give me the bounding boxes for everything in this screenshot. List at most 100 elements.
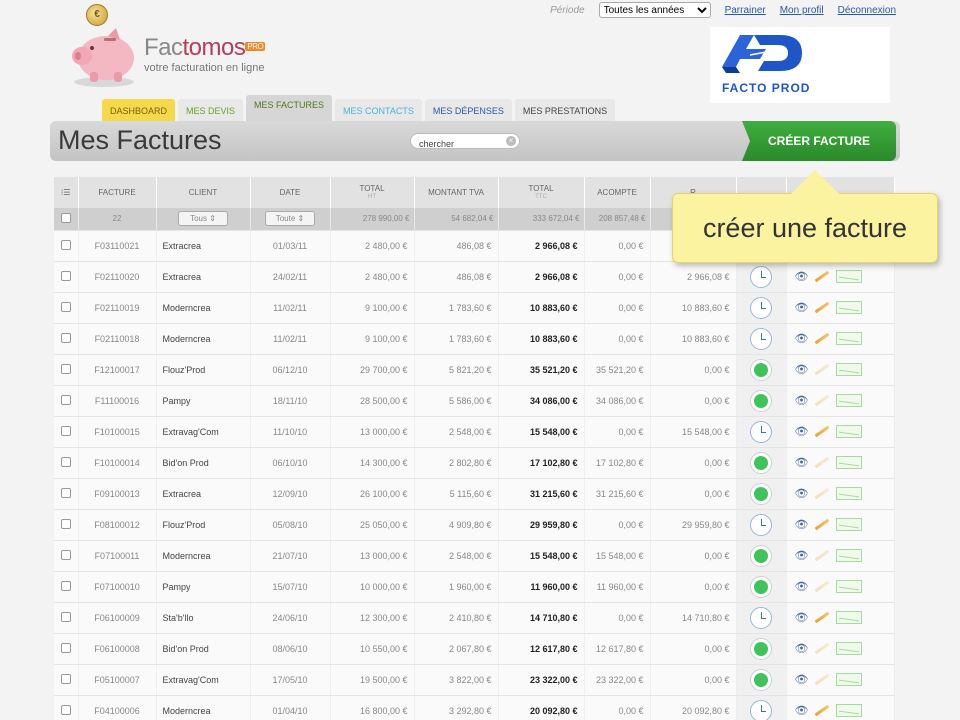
column-header[interactable]: TOTAL HT (330, 177, 415, 208)
row-checkbox[interactable] (60, 549, 71, 560)
table-row[interactable]: F07100011 Moderncrea 21/07/10 13 000,00 €2 … (54, 540, 895, 572)
table-row[interactable]: F02110019 Moderncrea 11/02/11 9 100,00 €1 7… (54, 292, 895, 324)
link-parrainer[interactable]: Parrainer (725, 5, 766, 16)
row-checkbox[interactable] (60, 487, 71, 498)
client-filter-select[interactable]: Tous ⇕ (178, 211, 228, 227)
send-mail-icon[interactable] (836, 394, 863, 407)
invoice-number[interactable]: F06100009 (78, 602, 157, 634)
create-invoice-button[interactable]: CRÉER FACTURE (742, 121, 896, 161)
table-row[interactable]: F05100007 Extravag'Com 17/05/10 19 500,00 €… (54, 664, 895, 696)
paid-status-icon[interactable] (750, 482, 772, 505)
edit-pencil-icon[interactable] (815, 425, 830, 438)
edit-pencil-icon[interactable] (815, 394, 830, 407)
view-eye-icon[interactable]: 👁 (795, 704, 809, 717)
edit-pencil-icon[interactable] (815, 487, 830, 500)
table-row[interactable]: F06100009 Sta'b'llo 24/06/10 12 300,00 €2 4… (54, 602, 895, 634)
edit-pencil-icon[interactable] (815, 642, 830, 655)
view-eye-icon[interactable]: 👁 (795, 549, 809, 562)
paid-status-icon[interactable] (750, 575, 772, 598)
send-mail-icon[interactable] (836, 518, 863, 531)
invoice-number[interactable]: F09100013 (78, 478, 157, 510)
row-checkbox[interactable] (60, 394, 71, 405)
paid-status-icon[interactable] (750, 451, 772, 474)
send-mail-icon[interactable] (836, 425, 863, 438)
paid-status-icon[interactable] (750, 668, 772, 691)
tab-mes-prestations[interactable]: MES PRESTATIONS (514, 99, 616, 123)
link-mon-profil[interactable]: Mon profil (780, 5, 824, 16)
view-eye-icon[interactable]: 👁 (795, 580, 809, 593)
table-row[interactable]: F10100014 Bid'on Prod 06/10/10 14 300,00 €2… (54, 447, 895, 479)
row-checkbox[interactable] (60, 270, 71, 281)
column-header[interactable]: CLIENT (156, 177, 251, 208)
row-checkbox[interactable] (60, 642, 71, 653)
period-select[interactable]: Toutes les années (598, 2, 711, 18)
row-checkbox[interactable] (60, 673, 71, 684)
edit-pencil-icon[interactable] (815, 518, 830, 531)
paid-status-icon[interactable] (750, 389, 772, 412)
invoice-number[interactable]: F10100014 (78, 447, 157, 479)
table-row[interactable]: F04100006 Moderncrea 01/04/10 16 800,00 €3 … (54, 695, 895, 720)
tab-mes-factures[interactable]: MES FACTURES (246, 95, 333, 123)
row-checkbox[interactable] (60, 425, 71, 436)
send-mail-icon[interactable] (836, 580, 863, 593)
invoice-number[interactable]: F02110020 (78, 261, 157, 293)
table-row[interactable]: F02110018 Moderncrea 11/02/11 9 100,00 €1 7… (54, 323, 895, 355)
table-row[interactable]: F02110020 Extracrea 24/02/11 2 480,00 €486,… (54, 261, 895, 293)
edit-pencil-icon[interactable] (815, 363, 830, 376)
invoice-number[interactable]: F03110021 (78, 230, 157, 262)
view-eye-icon[interactable]: 👁 (795, 611, 809, 624)
invoice-number[interactable]: F11100016 (78, 385, 157, 417)
clock-status-icon[interactable] (750, 513, 772, 536)
paid-status-icon[interactable] (750, 637, 772, 660)
table-row[interactable]: F11100016 Pampy 18/11/10 28 500,00 €5 586,0… (54, 385, 895, 417)
clear-search-icon[interactable]: × (506, 136, 516, 146)
view-eye-icon[interactable]: 👁 (795, 363, 809, 376)
table-row[interactable]: F12100017 Flouz'Prod 06/12/10 29 700,00 €5 … (54, 354, 895, 386)
row-checkbox[interactable] (60, 518, 71, 529)
send-mail-icon[interactable] (836, 363, 863, 376)
view-eye-icon[interactable]: 👁 (795, 270, 809, 283)
send-mail-icon[interactable] (836, 549, 863, 562)
column-header[interactable]: ACOMPTE (584, 177, 651, 208)
edit-pencil-icon[interactable] (815, 301, 830, 314)
column-header[interactable]: MONTANT TVA (414, 177, 499, 208)
invoice-number[interactable]: F02110018 (78, 323, 157, 355)
send-mail-icon[interactable] (836, 611, 863, 624)
invoice-number[interactable]: F08100012 (78, 509, 157, 541)
edit-pencil-icon[interactable] (815, 704, 830, 717)
row-checkbox[interactable] (60, 332, 71, 343)
invoice-number[interactable]: F12100017 (78, 354, 157, 386)
view-eye-icon[interactable]: 👁 (795, 456, 809, 469)
view-eye-icon[interactable]: 👁 (795, 518, 809, 531)
edit-pencil-icon[interactable] (815, 332, 830, 345)
search-input[interactable] (419, 137, 507, 151)
table-row[interactable]: F06100008 Bid'on Prod 08/06/10 10 550,00 €2… (54, 633, 895, 665)
view-eye-icon[interactable]: 👁 (795, 642, 809, 655)
table-row[interactable]: F09100013 Extracrea 12/09/10 26 100,00 €5 1… (54, 478, 895, 510)
invoice-number[interactable]: F07100010 (78, 571, 157, 603)
tab-mes-depenses[interactable]: MES DÉPENSES (424, 99, 512, 123)
paid-status-icon[interactable] (750, 544, 772, 567)
send-mail-icon[interactable] (836, 487, 863, 500)
invoice-number[interactable]: F04100006 (78, 695, 157, 720)
invoice-number[interactable]: F05100007 (78, 664, 157, 696)
view-eye-icon[interactable]: 👁 (795, 425, 809, 438)
row-checkbox[interactable] (60, 611, 71, 622)
row-checkbox[interactable] (60, 456, 71, 467)
edit-pencil-icon[interactable] (815, 549, 830, 562)
row-checkbox[interactable] (60, 301, 71, 312)
date-filter-select[interactable]: Toute ⇕ (265, 211, 315, 227)
invoice-number[interactable]: F10100015 (78, 416, 157, 448)
tab-mes-devis[interactable]: MES DEVIS (178, 99, 244, 123)
clock-status-icon[interactable] (750, 606, 772, 629)
row-checkbox[interactable] (60, 239, 71, 250)
clock-status-icon[interactable] (750, 265, 772, 288)
app-logo[interactable]: € Factomos PRO votre facturation en ligne (62, 4, 302, 92)
tab-dashboard[interactable]: DASHBOARD (102, 99, 176, 123)
edit-pencil-icon[interactable] (815, 673, 830, 686)
view-eye-icon[interactable]: 👁 (795, 394, 809, 407)
row-checkbox[interactable] (60, 580, 71, 591)
edit-pencil-icon[interactable] (815, 580, 830, 593)
send-mail-icon[interactable] (836, 673, 863, 686)
paid-status-icon[interactable] (750, 358, 772, 381)
